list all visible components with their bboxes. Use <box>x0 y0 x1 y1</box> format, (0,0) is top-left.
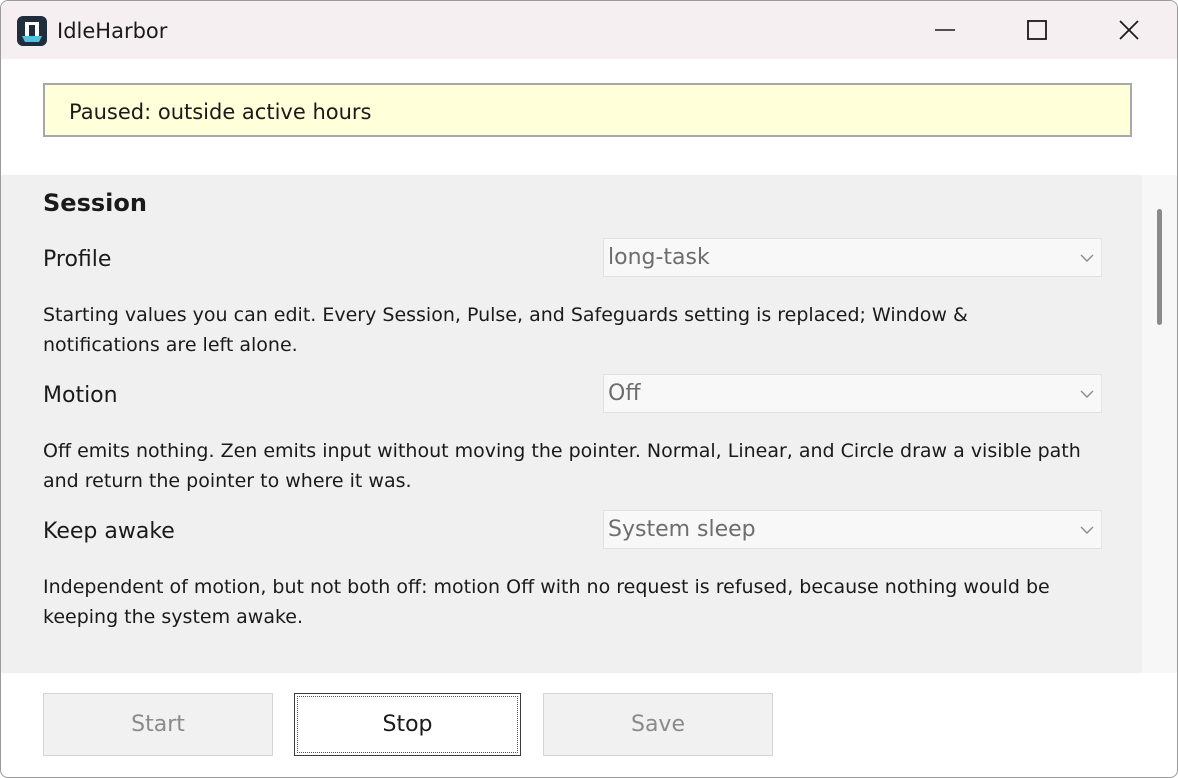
profile-help-text: Starting values you can edit. Every Sess… <box>43 304 968 356</box>
profile-label: Profile <box>43 247 112 272</box>
maximize-button[interactable] <box>991 1 1083 59</box>
save-button[interactable]: Save <box>543 693 773 756</box>
profile-value: long-task <box>608 245 710 270</box>
status-banner: Paused: outside active hours <box>43 83 1132 137</box>
close-button[interactable] <box>1083 1 1175 59</box>
chevron-down-icon <box>1080 390 1094 398</box>
motion-label: Motion <box>43 383 118 408</box>
maximize-icon <box>1027 20 1047 40</box>
status-text: Paused: outside active hours <box>69 100 372 124</box>
profile-select[interactable]: long-task <box>603 238 1102 277</box>
chevron-down-icon <box>1080 254 1094 262</box>
keep-awake-help-text: Independent of motion, but not both off:… <box>43 576 1050 628</box>
minimize-icon <box>935 29 955 31</box>
keep-awake-label: Keep awake <box>43 519 175 544</box>
close-icon <box>1119 20 1139 40</box>
section-title-session: Session <box>43 189 147 217</box>
stop-button-label: Stop <box>382 712 433 737</box>
chevron-down-icon <box>1080 526 1094 534</box>
app-window: IdleHarbor Paused: outside active hours … <box>0 0 1178 778</box>
keep-awake-select[interactable]: System sleep <box>603 510 1102 549</box>
motion-select[interactable]: Off <box>603 374 1102 413</box>
save-button-label: Save <box>630 712 685 737</box>
stop-button[interactable]: Stop <box>294 693 521 756</box>
scrollbar-thumb[interactable] <box>1157 209 1162 325</box>
window-title: IdleHarbor <box>57 19 168 43</box>
idleharbor-logo-icon <box>17 16 47 46</box>
keep-awake-value: System sleep <box>608 517 756 542</box>
title-bar[interactable]: IdleHarbor <box>1 1 1177 59</box>
start-button-label: Start <box>131 712 185 737</box>
motion-value: Off <box>608 381 641 406</box>
start-button[interactable]: Start <box>43 693 273 756</box>
minimize-button[interactable] <box>899 1 991 59</box>
motion-help-text: Off emits nothing. Zen emits input witho… <box>43 440 1081 492</box>
